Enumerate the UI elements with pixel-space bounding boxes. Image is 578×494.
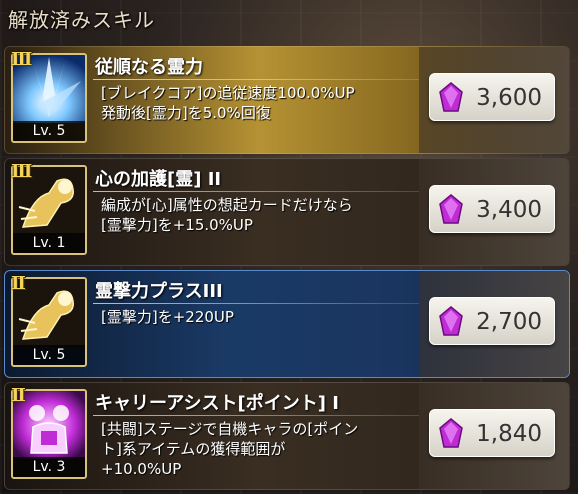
rank-badge: II — [11, 385, 26, 406]
cost-area: 3,400 — [419, 159, 569, 265]
desc-line: [共闘]ステージで自機キャラの[ポイン — [101, 420, 359, 438]
skill-card-1[interactable]: Lv. 5 III 従順なる霊力 [ブレイクコア]の追従速度100.0%UP 発… — [4, 46, 570, 154]
rank-badge: III — [11, 161, 32, 182]
cost-button[interactable]: 3,600 — [429, 73, 555, 121]
desc-line: [霊撃力]を+220UP — [101, 308, 234, 326]
cost-area: 1,840 — [419, 383, 569, 489]
desc-line: [ブレイクコア]の追従速度100.0%UP — [101, 84, 355, 102]
skill-level: Lv. 3 — [13, 457, 85, 477]
rank-badge: II — [11, 273, 26, 294]
cost-value: 3,600 — [476, 85, 542, 111]
cost-value: 1,840 — [476, 421, 542, 447]
skill-card-2[interactable]: Lv. 1 III 心の加護[霊] II 編成が[心]属性の想起カードだけなら … — [4, 158, 570, 266]
desc-line: +10.0%UP — [101, 460, 182, 478]
gem-icon — [439, 418, 463, 448]
skill-description: [共闘]ステージで自機キャラの[ポイン ト]系アイテムの獲得範囲が +10.0%… — [101, 419, 421, 479]
desc-line: 編成が[心]属性の想起カードだけなら — [101, 196, 353, 214]
skill-description: [霊撃力]を+220UP — [101, 307, 421, 327]
gem-icon — [439, 306, 463, 336]
desc-line: 発動後[霊力]を5.0%回復 — [101, 104, 271, 122]
skill-title: キャリーアシスト[ポイント] I — [95, 393, 339, 414]
cost-button[interactable]: 3,400 — [429, 185, 555, 233]
cost-value: 3,400 — [476, 197, 542, 223]
cost-area: 3,600 — [419, 47, 569, 153]
cost-button[interactable]: 1,840 — [429, 409, 555, 457]
skill-title: 従順なる霊力 — [95, 57, 203, 78]
cost-area: 2,700 — [419, 271, 569, 377]
skill-card-4[interactable]: Lv. 3 II キャリーアシスト[ポイント] I [共闘]ステージで自機キャラ… — [4, 382, 570, 490]
skill-level: Lv. 5 — [13, 345, 85, 365]
skill-description: 編成が[心]属性の想起カードだけなら [霊撃力]を+15.0%UP — [101, 195, 421, 235]
page-title: 解放済みスキル — [8, 8, 155, 32]
gem-icon — [439, 194, 463, 224]
cost-value: 2,700 — [476, 309, 542, 335]
skill-level: Lv. 5 — [13, 121, 85, 141]
desc-line: ト]系アイテムの獲得範囲が — [101, 440, 286, 458]
divider — [93, 79, 419, 80]
rank-badge: III — [11, 49, 32, 70]
skill-level: Lv. 1 — [13, 233, 85, 253]
cost-button[interactable]: 2,700 — [429, 297, 555, 345]
skill-title: 心の加護[霊] II — [95, 169, 222, 190]
skill-card-3[interactable]: Lv. 5 II 霊撃力プラスIII [霊撃力]を+220UP 2,700 — [4, 270, 570, 378]
skill-title: 霊撃力プラスIII — [95, 281, 223, 302]
divider — [93, 415, 419, 416]
divider — [93, 303, 419, 304]
skill-description: [ブレイクコア]の追従速度100.0%UP 発動後[霊力]を5.0%回復 — [101, 83, 421, 123]
divider — [93, 191, 419, 192]
desc-line: [霊撃力]を+15.0%UP — [101, 216, 253, 234]
gem-icon — [439, 82, 463, 112]
